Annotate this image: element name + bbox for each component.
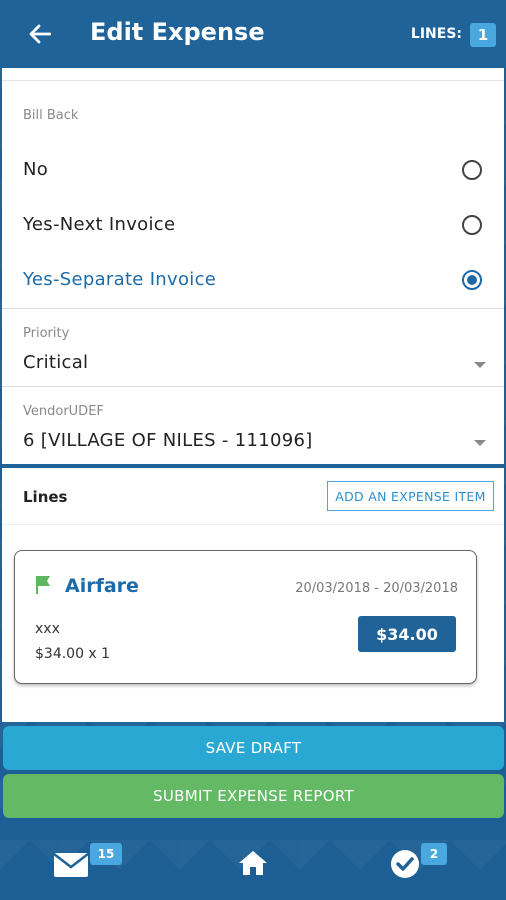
divider (2, 308, 504, 309)
messages-count-badge: 15 (90, 843, 122, 865)
vendor-value: 6 [VILLAGE OF NILES - 111096] (23, 430, 313, 451)
priority-value: Critical (23, 352, 89, 373)
priority-select[interactable]: Critical (2, 348, 504, 382)
flag-icon (36, 576, 50, 594)
expense-amount: $34.00 (358, 616, 456, 652)
radio-button[interactable] (462, 215, 482, 235)
form-panel: Bill Back No Yes-Next Invoice Yes-Separa… (2, 68, 504, 722)
priority-label: Priority (23, 326, 70, 341)
check-circle-icon (391, 850, 419, 878)
divider (2, 80, 504, 81)
radio-button-checked[interactable] (462, 270, 482, 290)
expense-quantity: $34.00 x 1 (35, 646, 111, 662)
radio-option-no[interactable]: No (2, 143, 504, 198)
radio-button[interactable] (462, 160, 482, 180)
dropdown-arrow-icon (474, 362, 486, 368)
nav-home[interactable] (223, 840, 283, 884)
vendor-select[interactable]: 6 [VILLAGE OF NILES - 111096] (2, 426, 504, 460)
dropdown-arrow-icon (474, 440, 486, 446)
home-icon (239, 851, 267, 875)
radio-label: Yes-Separate Invoice (23, 269, 217, 290)
radio-option-yes-next-invoice[interactable]: Yes-Next Invoice (2, 198, 504, 253)
radio-option-yes-separate-invoice[interactable]: Yes-Separate Invoice (2, 253, 504, 308)
lines-heading: Lines (23, 488, 68, 506)
expense-dates: 20/03/2018 - 20/03/2018 (295, 581, 458, 596)
expense-description: xxx (35, 621, 60, 637)
save-draft-button[interactable]: SAVE DRAFT (3, 726, 504, 770)
approvals-count-badge: 2 (421, 843, 447, 865)
page-title: Edit Expense (90, 18, 265, 46)
nav-approvals[interactable]: 2 (385, 840, 447, 884)
radio-label: Yes-Next Invoice (23, 214, 176, 235)
app-header: Edit Expense LINES: 1 (0, 0, 506, 68)
expense-line-card[interactable]: Airfare 20/03/2018 - 20/03/2018 xxx $34.… (14, 550, 477, 684)
bill-back-label: Bill Back (23, 108, 79, 123)
add-expense-item-button[interactable]: ADD AN EXPENSE ITEM (327, 481, 494, 511)
divider (2, 386, 504, 387)
divider (2, 524, 504, 525)
arrow-left-icon (29, 24, 51, 44)
lines-count-badge: 1 (470, 23, 496, 47)
back-button[interactable] (24, 18, 56, 50)
section-divider (2, 464, 504, 468)
submit-expense-report-button[interactable]: SUBMIT EXPENSE REPORT (3, 774, 504, 818)
radio-label: No (23, 159, 49, 180)
nav-messages[interactable]: 15 (50, 840, 122, 884)
expense-category: Airfare (65, 575, 139, 597)
envelope-icon (53, 853, 89, 877)
vendor-label: VendorUDEF (23, 404, 104, 419)
lines-label: LINES: (410, 26, 462, 42)
